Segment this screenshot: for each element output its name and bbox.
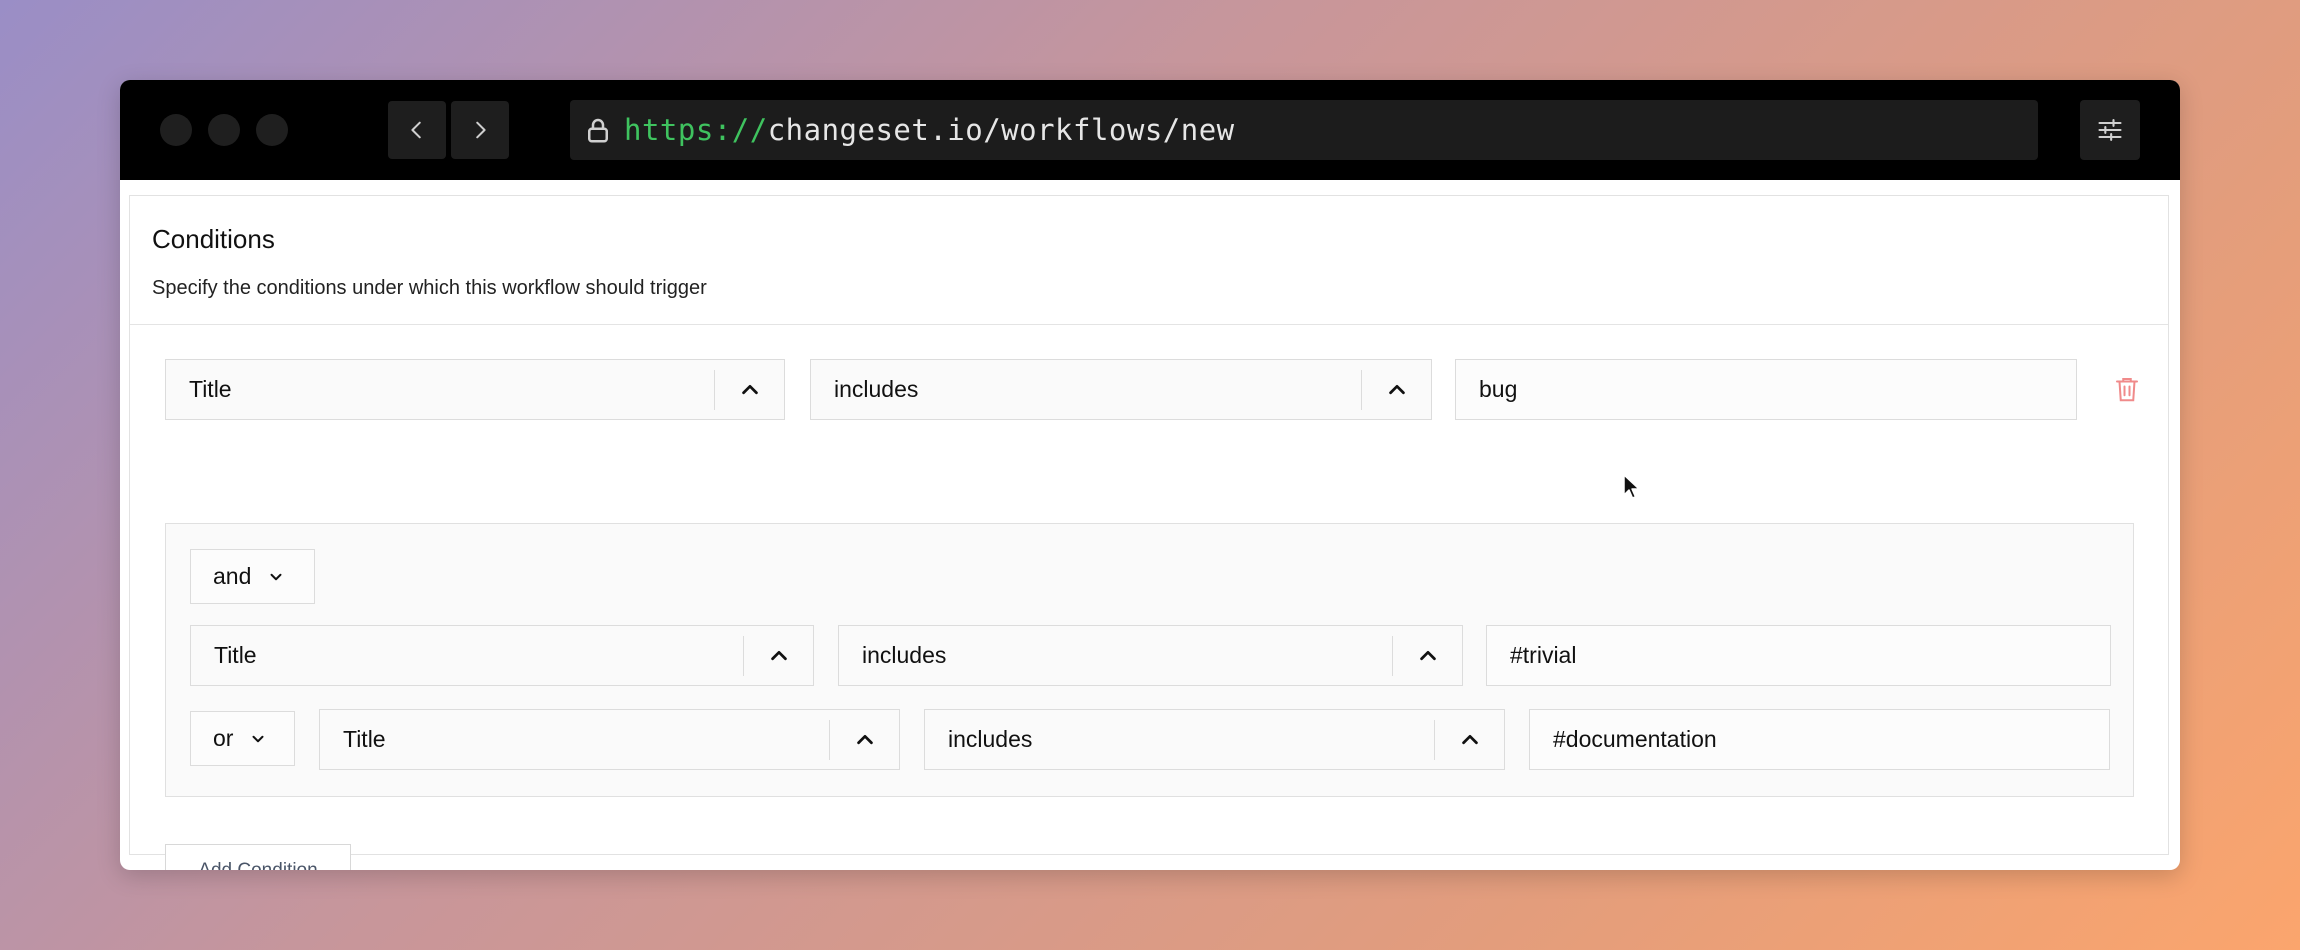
chevron-down-icon (270, 573, 282, 580)
maximize-window-button[interactable] (256, 114, 288, 146)
chevron-down-icon (252, 735, 264, 742)
close-window-button[interactable] (160, 114, 192, 146)
condition-group: and Title includes #trivial or Title inc… (165, 523, 2134, 797)
sliders-icon (2098, 119, 2122, 141)
group-row-1-operator-select[interactable]: includes (838, 625, 1463, 686)
operator-value: includes (834, 376, 919, 402)
group-combinator-select[interactable]: and (190, 549, 315, 604)
operator-value: includes (862, 642, 947, 668)
group-row-2-value-input[interactable]: #documentation (1529, 709, 2110, 770)
group-row-1-field-select[interactable]: Title (190, 625, 814, 686)
value-text: bug (1479, 376, 1518, 402)
chevron-right-icon (476, 121, 486, 139)
url-path: changeset.io/workflows/new (767, 113, 1235, 147)
mouse-cursor-icon (1623, 474, 1640, 499)
window-controls (160, 114, 288, 146)
value-text: #trivial (1510, 642, 1577, 668)
field-value: Title (214, 642, 257, 668)
condition-value-input[interactable]: bug (1455, 359, 2077, 420)
settings-button[interactable] (2080, 100, 2140, 160)
joiner-value: or (213, 725, 234, 751)
chevron-up-icon[interactable] (1392, 635, 1462, 676)
lock-icon (580, 112, 616, 148)
conditions-panel: Conditions Specify the conditions under … (129, 195, 2169, 870)
panel-description: Specify the conditions under which this … (152, 277, 707, 299)
field-value: Title (343, 726, 386, 752)
chevron-up-icon[interactable] (829, 719, 899, 760)
url-text: https://changeset.io/workflows/new (624, 113, 1235, 147)
back-button[interactable] (388, 101, 446, 159)
chevron-up-icon[interactable] (743, 635, 813, 676)
combinator-value: and (213, 563, 252, 589)
condition-operator-select[interactable]: includes (810, 359, 1432, 420)
chevron-left-icon (411, 121, 421, 139)
panel-title: Conditions (152, 224, 275, 254)
operator-value: includes (948, 726, 1033, 752)
condition-field-select[interactable]: Title (165, 359, 785, 420)
forward-button[interactable] (451, 101, 509, 159)
group-row-2-joiner-select[interactable]: or (190, 711, 295, 766)
minimize-window-button[interactable] (208, 114, 240, 146)
value-text: #documentation (1553, 726, 1717, 752)
browser-toolbar: https://changeset.io/workflows/new (120, 80, 2180, 180)
trash-icon[interactable] (2107, 369, 2147, 409)
add-condition-button[interactable]: Add Condition (165, 844, 351, 870)
panel-header: Conditions Specify the conditions under … (130, 196, 2168, 325)
chevron-up-icon[interactable] (1361, 369, 1431, 410)
chevron-up-icon[interactable] (714, 369, 784, 410)
url-scheme: https:// (624, 113, 768, 147)
field-value: Title (189, 376, 232, 402)
group-row-2-operator-select[interactable]: includes (924, 709, 1505, 770)
group-row-1-value-input[interactable]: #trivial (1486, 625, 2111, 686)
chevron-up-icon[interactable] (1434, 719, 1504, 760)
group-row-2-field-select[interactable]: Title (319, 709, 900, 770)
browser-window: https://changeset.io/workflows/new Condi… (120, 80, 2180, 870)
address-bar[interactable]: https://changeset.io/workflows/new (570, 100, 2038, 160)
